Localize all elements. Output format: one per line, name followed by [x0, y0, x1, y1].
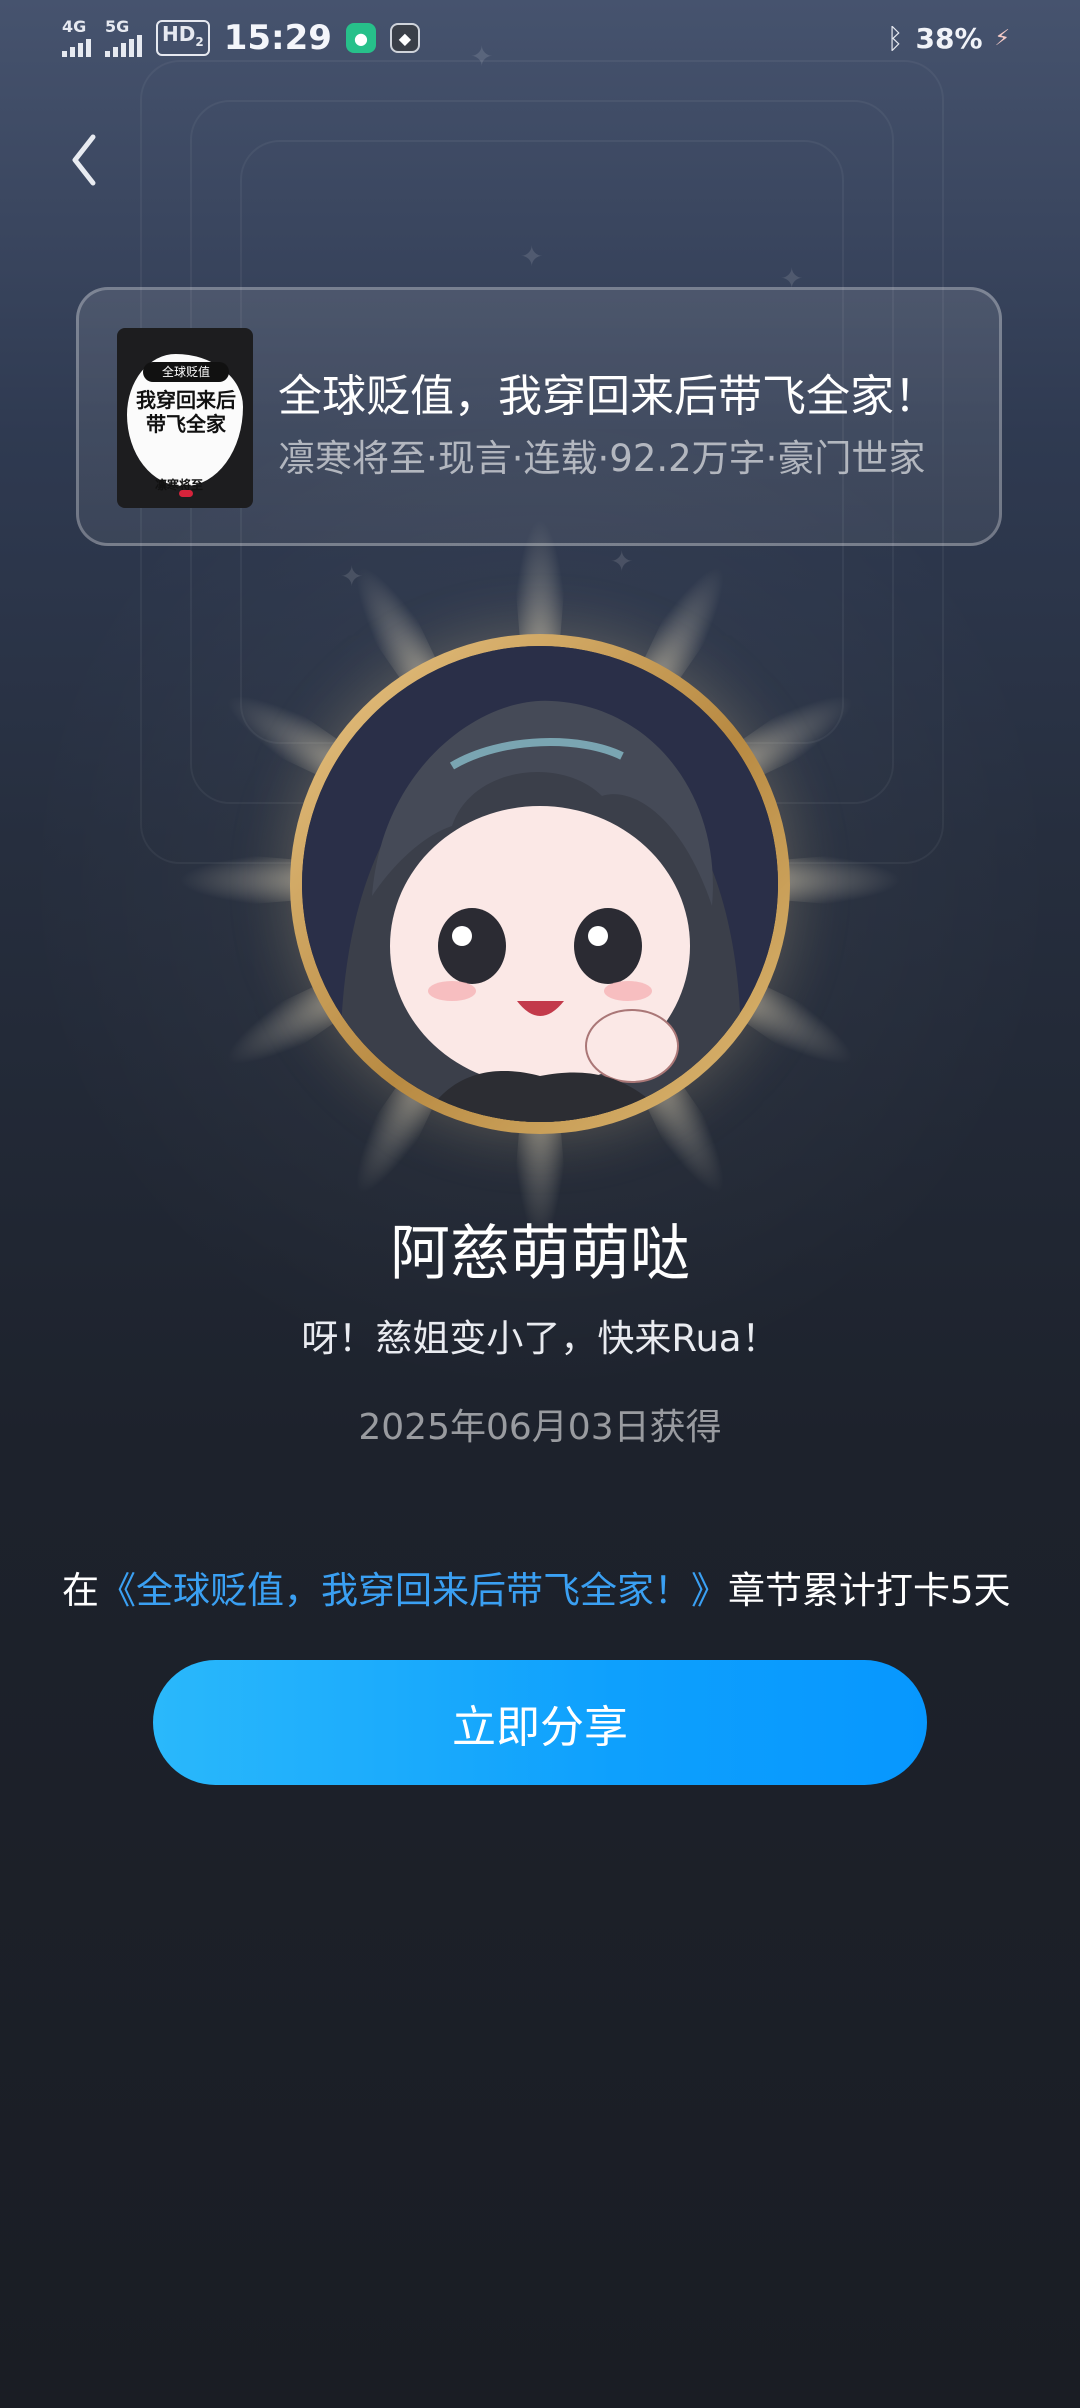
avatar-illustration	[302, 646, 778, 1122]
signal-5g: 5G	[105, 19, 142, 57]
status-right: ᛒ 38% ⚡	[887, 22, 1010, 55]
checkin-prefix: 在	[62, 1569, 99, 1612]
badge-name: 阿慈萌萌哒	[390, 1219, 690, 1289]
book-meta: 凛寒将至·现言·连载·92.2万字·豪门世家	[278, 437, 926, 480]
book-link[interactable]: 《全球贬值，我穿回来后带飞全家！》	[99, 1569, 728, 1612]
book-title: 全球贬值，我穿回来后带飞全家！	[278, 371, 938, 422]
charging-icon: ⚡	[994, 26, 1010, 51]
bluetooth-icon: ᛒ	[886, 22, 904, 55]
signal-icon	[105, 35, 142, 57]
hd-label: HD	[162, 22, 196, 46]
avatar	[302, 646, 778, 1122]
hd-sub: 2	[195, 35, 204, 49]
battery-percent: 38%	[915, 22, 983, 55]
back-chevron-icon	[72, 134, 96, 186]
share-button[interactable]: 立即分享	[153, 1660, 927, 1785]
status-time: 15:29	[223, 18, 332, 58]
checkin-suffix: 章节累计打卡5天	[728, 1569, 1011, 1612]
signal-4g: 4G	[62, 19, 91, 57]
hd-voice-badge: HD2	[156, 20, 210, 56]
status-bar: 4G 5G HD2 15:29 ● ◆ ᛒ 38% ⚡	[0, 0, 1080, 84]
checkin-text: 在《全球贬值，我穿回来后带飞全家！》章节累计打卡5天	[62, 1560, 1011, 1614]
badge-avatar	[290, 634, 790, 1134]
badge-date: 2025年06月03日获得	[358, 1407, 722, 1448]
cover-tag: 全球贬值	[143, 362, 229, 382]
signal-icon	[62, 35, 91, 57]
book-cover: 全球贬值 我穿回来后带飞全家 凛寒将至	[117, 328, 253, 508]
back-button[interactable]	[62, 128, 106, 192]
net-label: 5G	[105, 17, 130, 36]
app-notification-icon: ◆	[389, 23, 420, 53]
app-notification-icon: ●	[345, 23, 376, 53]
badge-description: 呀！慈姐变小了，快来Rua！	[301, 1317, 779, 1360]
net-label: 4G	[62, 17, 87, 36]
sparkle-icon: ✦	[520, 240, 544, 273]
status-left: 4G 5G HD2 15:29 ● ◆	[62, 18, 420, 58]
cover-title: 我穿回来后带飞全家	[136, 388, 236, 436]
cover-seal	[179, 490, 193, 497]
book-card[interactable]: 全球贬值 我穿回来后带飞全家 凛寒将至 全球贬值，我穿回来后带飞全家！ 凛寒将至…	[76, 287, 1002, 546]
